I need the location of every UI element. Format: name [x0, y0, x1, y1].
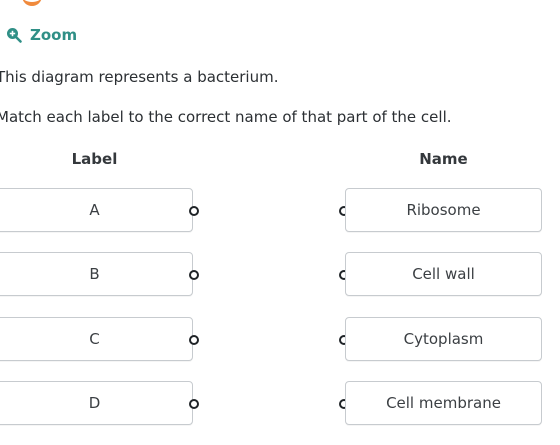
zoom-button[interactable]: Zoom: [6, 26, 77, 44]
zoom-label: Zoom: [30, 26, 78, 44]
name-column-header: Name: [419, 150, 468, 168]
connector-dot-label-d[interactable]: [189, 399, 199, 409]
zoom-in-icon: [6, 27, 22, 43]
label-column-header: Label: [71, 150, 118, 168]
connector-dot-label-a[interactable]: [189, 206, 199, 216]
diagram-description: This diagram represents a bacterium.: [0, 68, 279, 86]
connector-dot-label-b[interactable]: [189, 270, 199, 280]
name-box-cell-wall[interactable]: Cell wall: [345, 252, 542, 296]
label-box-c[interactable]: C: [0, 317, 193, 361]
name-box-ribosome[interactable]: Ribosome: [345, 188, 542, 232]
connector-dot-label-c[interactable]: [189, 335, 199, 345]
label-box-b[interactable]: B: [0, 252, 193, 296]
name-box-cytoplasm[interactable]: Cytoplasm: [345, 317, 542, 361]
name-box-cell-membrane[interactable]: Cell membrane: [345, 381, 542, 425]
label-box-d[interactable]: D: [0, 381, 193, 425]
instruction-text: Match each label to the correct name of …: [0, 108, 452, 126]
label-box-a[interactable]: A: [0, 188, 193, 232]
diagram-partial-graphic: [22, 0, 42, 6]
